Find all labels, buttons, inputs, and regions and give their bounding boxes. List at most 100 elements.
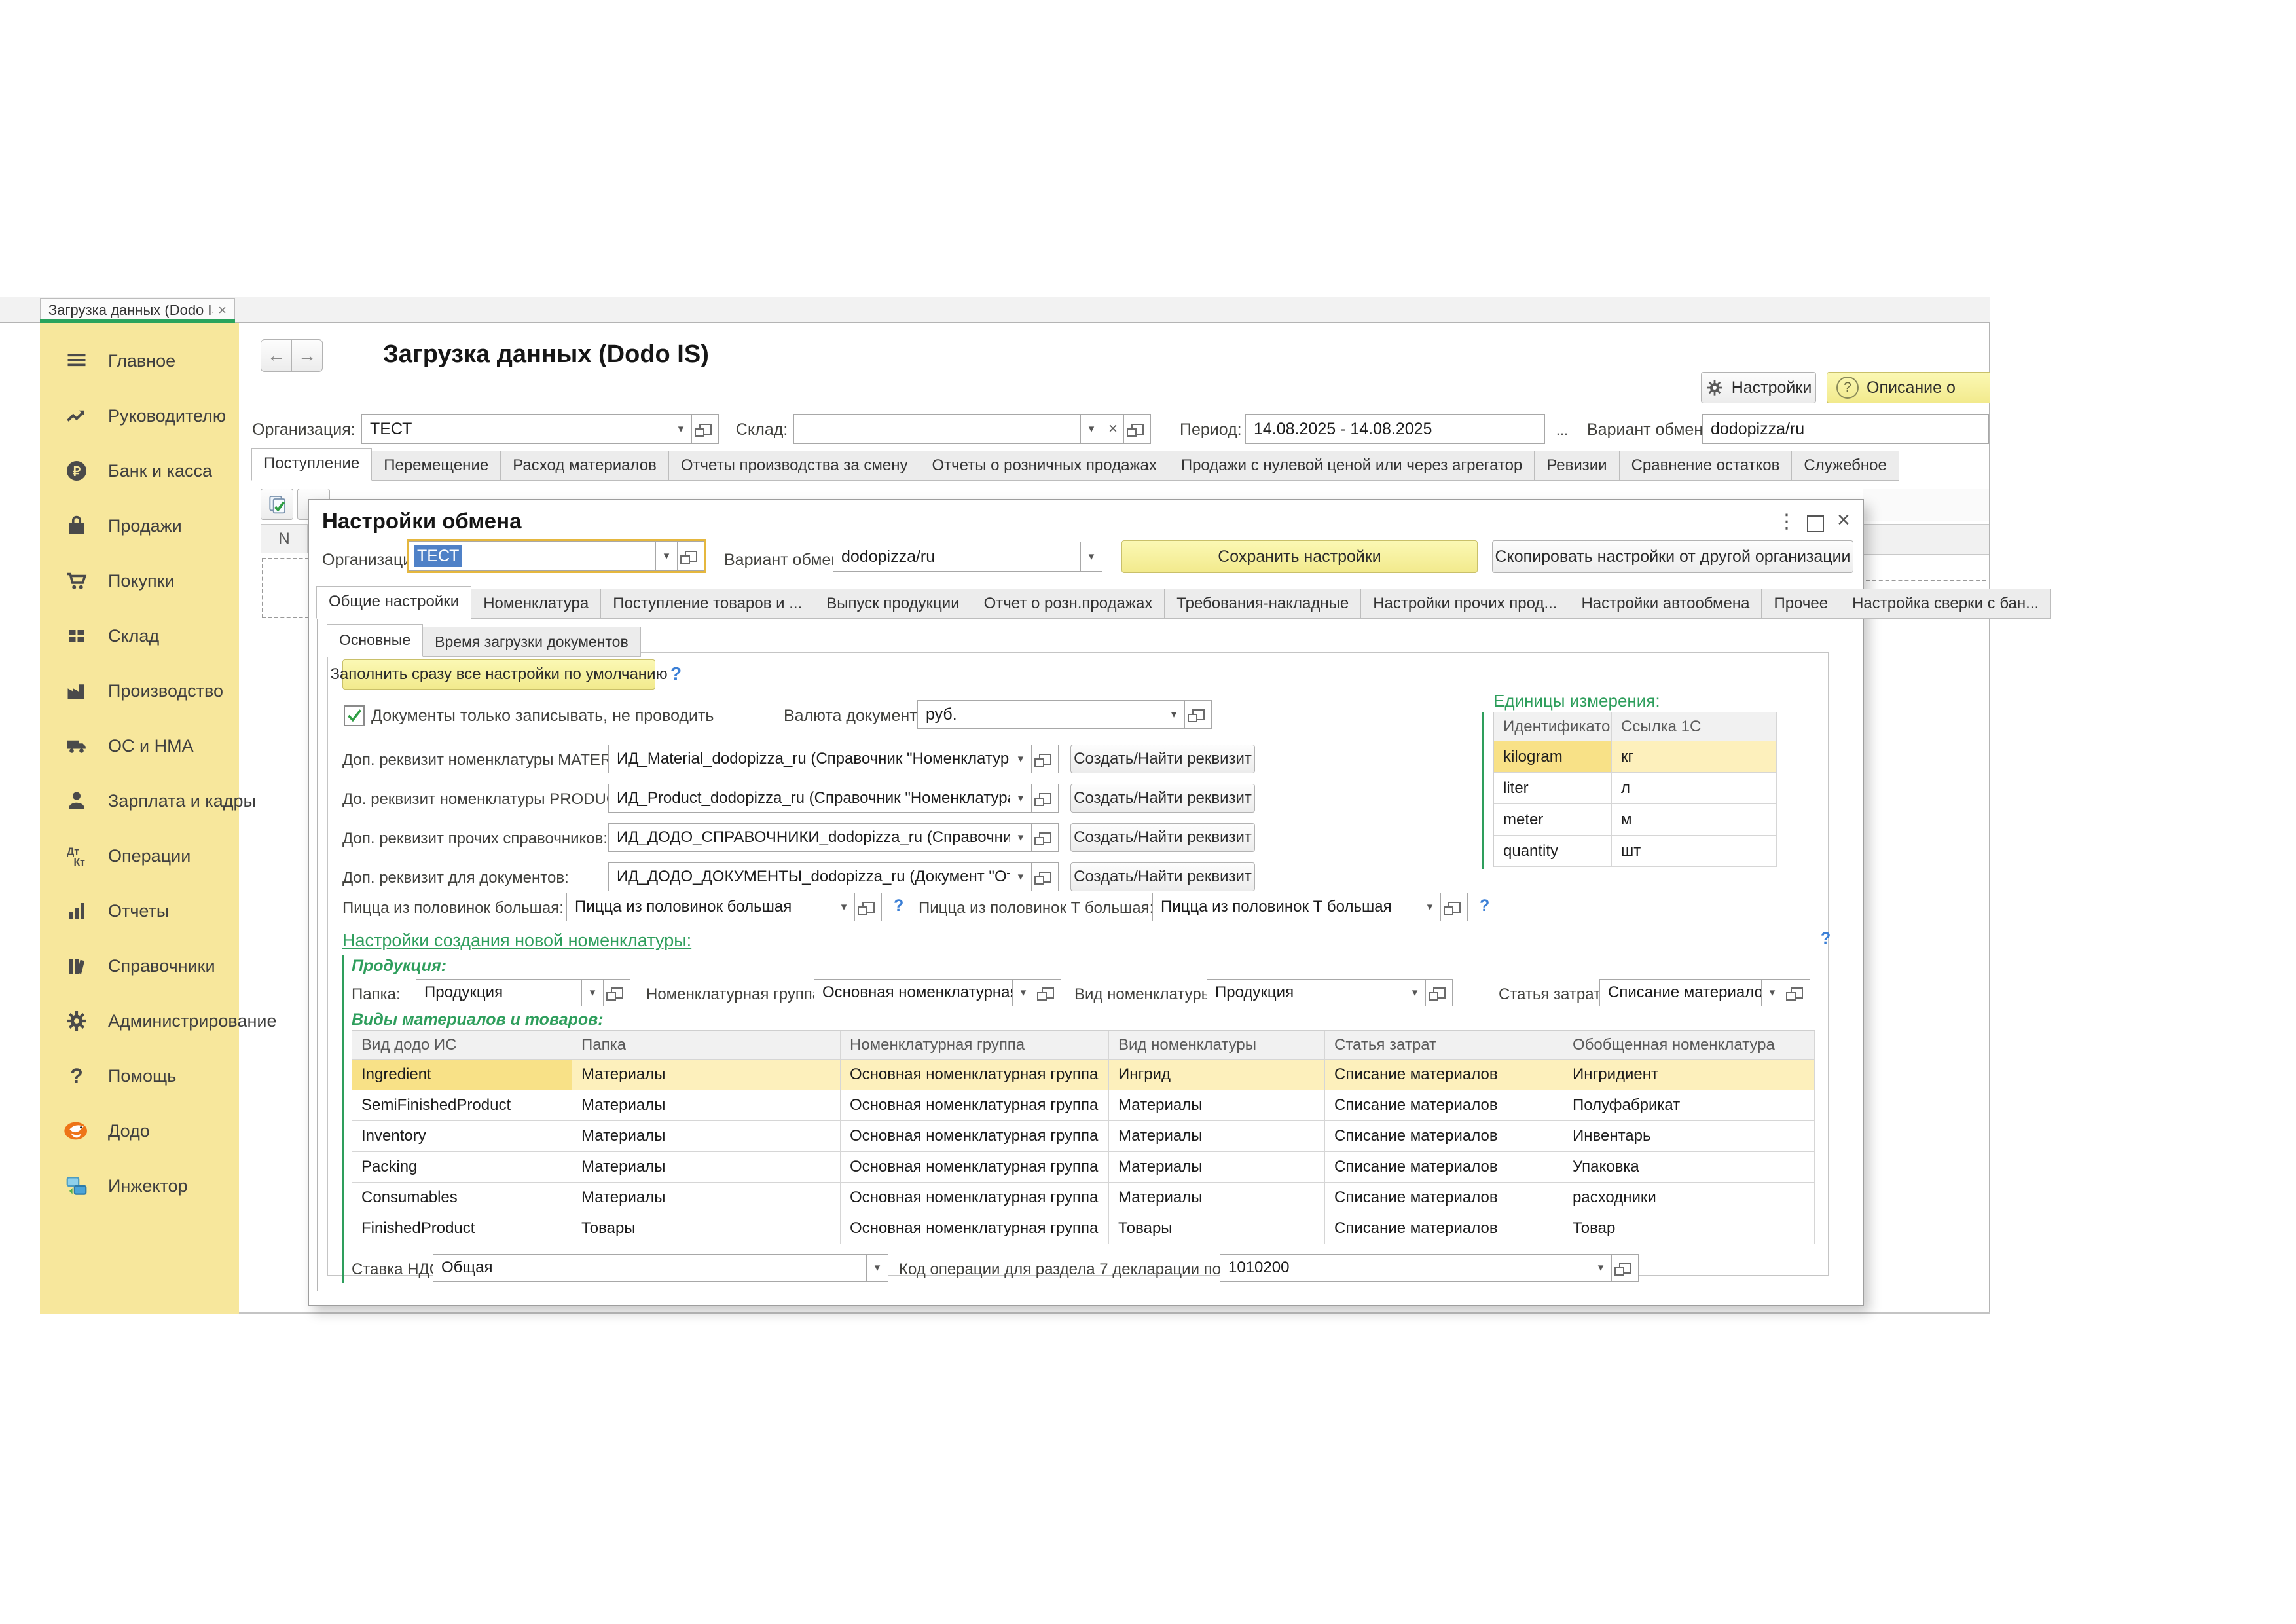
unit-row-cell[interactable]: кг (1612, 741, 1777, 773)
materials-cell[interactable]: Списание материалов (1325, 1060, 1563, 1090)
unit-row-cell[interactable]: шт (1612, 836, 1777, 867)
chevron-down-icon[interactable]: ▾ (1010, 824, 1031, 851)
pizza-halves-field[interactable]: Пицца из половинок большая ▾ (566, 893, 882, 921)
tab-prochee[interactable]: Прочее (1761, 589, 1840, 619)
chevron-down-icon[interactable]: ▾ (670, 415, 691, 443)
materials-cell[interactable]: Списание материалов (1325, 1121, 1563, 1152)
chevron-down-icon[interactable]: ▾ (1419, 893, 1440, 921)
open-link-icon[interactable] (1031, 784, 1058, 812)
tab-sravnenie-ostatkov[interactable]: Сравнение остатков (1619, 451, 1793, 481)
tab-postuplenie-tovarov[interactable]: Поступление товаров и ... (600, 589, 814, 619)
open-link-icon[interactable] (1031, 745, 1058, 773)
attr-refs-field[interactable]: ИД_ДОДО_СПРАВОЧНИКИ_dodopizza_ru (Справо… (608, 823, 1059, 852)
materials-cell[interactable]: Основная номенклатурная группа (841, 1121, 1109, 1152)
materials-cell[interactable]: Списание материалов (1325, 1213, 1563, 1244)
sidebar-item-administrirovanie[interactable]: Администрирование (40, 993, 239, 1048)
help-question-mark[interactable]: ? (670, 663, 682, 684)
write-only-checkbox[interactable] (344, 705, 365, 726)
sidebar-item-rukovoditelyu[interactable]: Руководителю (40, 388, 239, 443)
chevron-down-icon[interactable]: ▾ (833, 893, 854, 921)
kebab-menu-icon[interactable]: ⋮ (1777, 510, 1796, 533)
unit-row-cell[interactable]: meter (1494, 804, 1612, 836)
attr-docs-field[interactable]: ИД_ДОДО_ДОКУМЕНТЫ_dodopizza_ru (Документ… (608, 862, 1059, 891)
settings-button[interactable]: Настройки (1701, 372, 1816, 403)
chevron-down-icon[interactable]: ▾ (1404, 980, 1425, 1006)
dialog-exchange-field[interactable]: dodopizza/ru ▾ (833, 542, 1102, 572)
materials-col-header[interactable]: Статья затрат (1325, 1031, 1563, 1060)
tab-revizii[interactable]: Ревизии (1534, 451, 1619, 481)
grid-column-n-header[interactable]: N (261, 524, 308, 553)
materials-cell[interactable]: Основная номенклатурная группа (841, 1090, 1109, 1121)
sidebar-item-operacii[interactable]: ДтКт Операции (40, 828, 239, 883)
tab-peremeschenie[interactable]: Перемещение (371, 451, 501, 481)
unit-row-cell[interactable]: quantity (1494, 836, 1612, 867)
grid-empty-row[interactable] (262, 558, 309, 618)
unit-row-cell[interactable]: liter (1494, 773, 1612, 804)
subtab-vremya-zagruzki[interactable]: Время загрузки документов (422, 627, 641, 657)
window-tab-close-icon[interactable]: × (218, 302, 227, 319)
open-link-icon[interactable] (691, 415, 718, 443)
sidebar-item-spravochniki[interactable]: Справочники (40, 938, 239, 993)
attr-product-field[interactable]: ИД_Product_dodopizza_ru (Справочник "Ном… (608, 784, 1059, 813)
materials-cell[interactable]: Основная номенклатурная группа (841, 1152, 1109, 1183)
chevron-down-icon[interactable]: ▾ (1010, 863, 1031, 891)
materials-cell[interactable]: Списание материалов (1325, 1183, 1563, 1213)
sidebar-item-dodo[interactable]: Додо (40, 1103, 239, 1158)
unit-row-cell[interactable]: kilogram (1494, 741, 1612, 773)
sidebar-item-os-i-nma[interactable]: ОС и НМА (40, 718, 239, 773)
close-icon[interactable]: × (1837, 507, 1850, 533)
open-link-icon[interactable] (1184, 701, 1211, 728)
chevron-down-icon[interactable]: ▾ (1012, 980, 1034, 1006)
tab-otchety-proizvodstva[interactable]: Отчеты производства за смену (668, 451, 920, 481)
open-link-icon[interactable] (677, 542, 704, 570)
materials-cell[interactable]: Inventory (352, 1121, 572, 1152)
materials-cell[interactable]: Материалы (572, 1152, 841, 1183)
subtab-osnovnye[interactable]: Основные (327, 624, 423, 657)
save-settings-button[interactable]: Сохранить настройки (1121, 540, 1478, 573)
sidebar-item-inzhektor[interactable]: Инжектор (40, 1158, 239, 1213)
dialog-org-field[interactable]: ТЕСТ ▾ (409, 541, 704, 571)
materials-cell[interactable]: Ингридиент (1563, 1060, 1815, 1090)
sidebar-item-pomosch[interactable]: ? Помощь (40, 1048, 239, 1103)
tab-postuplenie[interactable]: Поступление (251, 448, 372, 481)
sidebar-item-otchety[interactable]: Отчеты (40, 883, 239, 938)
materials-cell[interactable]: Ingredient (352, 1060, 572, 1090)
pizza-halves-t-field[interactable]: Пицца из половинок Т большая ▾ (1152, 893, 1468, 921)
materials-cell[interactable]: Основная номенклатурная группа (841, 1060, 1109, 1090)
open-link-icon[interactable] (1034, 980, 1061, 1006)
description-button[interactable]: ? Описание о (1827, 372, 1990, 403)
chevron-down-icon[interactable]: ▾ (1010, 784, 1031, 812)
materials-col-header[interactable]: Вид додо ИС (352, 1031, 572, 1060)
exchange-filter-field[interactable]: dodopizza/ru (1702, 414, 1989, 444)
forward-button[interactable]: → (291, 339, 323, 372)
vat-field[interactable]: Общая ▾ (433, 1254, 888, 1282)
sidebar-item-bank-i-kassa[interactable]: ₽ Банк и касса (40, 443, 239, 498)
sidebar-item-glavnoe[interactable]: Главное (40, 333, 239, 388)
new-nomenclature-heading[interactable]: Настройки создания новой номенклатуры: (342, 931, 691, 951)
tab-nomenklatura[interactable]: Номенклатура (471, 589, 601, 619)
materials-cell[interactable]: Товары (1109, 1213, 1325, 1244)
open-link-icon[interactable] (1031, 824, 1058, 851)
tab-sluzhebnoe[interactable]: Служебное (1791, 451, 1899, 481)
tab-otchety-roznichnye[interactable]: Отчеты о розничных продажах (920, 451, 1169, 481)
materials-cell[interactable]: Списание материалов (1325, 1152, 1563, 1183)
sidebar-item-pokupki[interactable]: Покупки (40, 553, 239, 608)
folder-field[interactable]: Продукция ▾ (416, 979, 630, 1006)
back-button[interactable]: ← (261, 339, 292, 372)
materials-col-header[interactable]: Номенклатурная группа (841, 1031, 1109, 1060)
chevron-down-icon[interactable]: ▾ (1010, 745, 1031, 773)
tab-nastroyki-avtoobmena[interactable]: Настройки автообмена (1569, 589, 1762, 619)
chevron-down-icon[interactable]: ▾ (1080, 542, 1102, 571)
sidebar-item-zarplata-i-kadry[interactable]: Зарплата и кадры (40, 773, 239, 828)
materials-cell[interactable]: Полуфабрикат (1563, 1090, 1815, 1121)
chevron-down-icon[interactable]: ▾ (1080, 415, 1102, 443)
maximize-icon[interactable] (1807, 515, 1824, 532)
tab-rashod-materialov[interactable]: Расход материалов (500, 451, 669, 481)
materials-col-header[interactable]: Вид номенклатуры (1109, 1031, 1325, 1060)
materials-cell[interactable]: Основная номенклатурная группа (841, 1183, 1109, 1213)
materials-col-header[interactable]: Папка (572, 1031, 841, 1060)
kind-field[interactable]: Продукция ▾ (1207, 979, 1453, 1006)
open-link-icon[interactable] (1611, 1255, 1638, 1281)
attr-docs-create-button[interactable]: Создать/Найти реквизит (1070, 862, 1255, 891)
sidebar-item-proizvodstvo[interactable]: Производство (40, 663, 239, 718)
